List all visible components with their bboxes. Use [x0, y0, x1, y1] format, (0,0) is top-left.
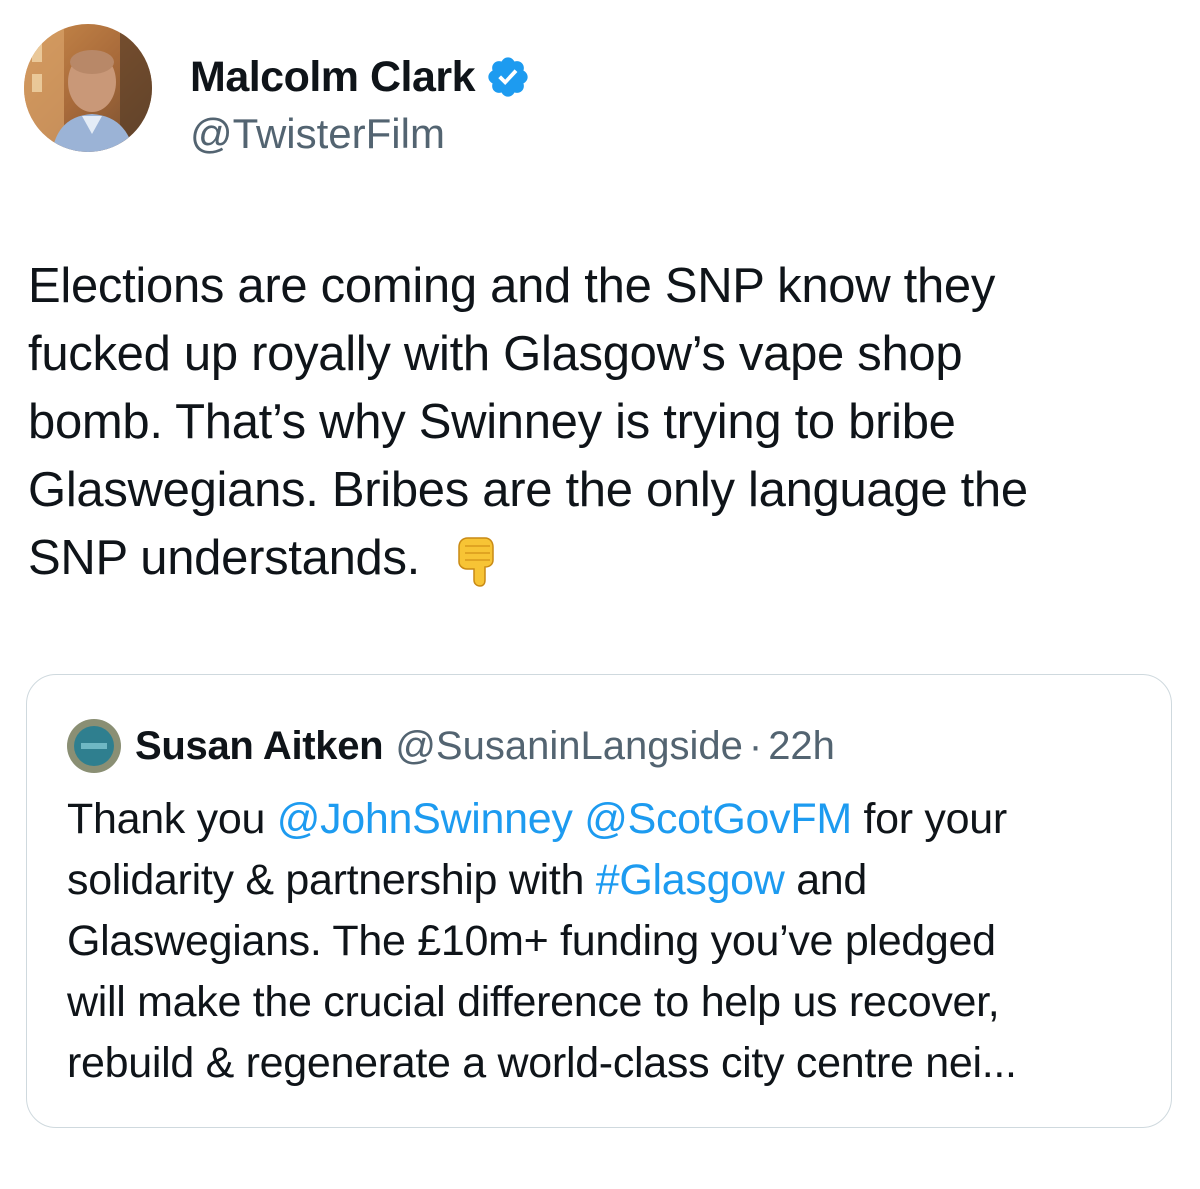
author-name-row: Malcolm Clark — [190, 50, 531, 104]
author-name[interactable]: Malcolm Clark — [190, 50, 476, 104]
quoted-line: Thank you @JohnSwinney @ScotGovFM for yo… — [67, 789, 1147, 850]
quoted-author-avatar — [67, 719, 121, 773]
tweet-text: Elections are coming and the SNP know th… — [28, 252, 1158, 592]
tweet-line: bomb. That’s why Swinney is trying to br… — [28, 395, 956, 449]
mention-link[interactable]: @JohnSwinney — [277, 795, 573, 843]
quoted-line: solidarity & partnership with #Glasgow a… — [67, 850, 1147, 911]
quoted-tweet-header: Susan Aitken @SusaninLangside · 22h — [67, 719, 835, 773]
quoted-tweet-text: Thank you @JohnSwinney @ScotGovFM for yo… — [67, 789, 1147, 1094]
quoted-line: will make the crucial difference to help… — [67, 978, 1000, 1026]
tweet-line: SNP understands. — [28, 531, 420, 585]
quoted-line: Glaswegians. The £10m+ funding you’ve pl… — [67, 917, 996, 965]
hashtag-link[interactable]: #Glasgow — [596, 856, 785, 904]
quoted-tweet-card[interactable]: Susan Aitken @SusaninLangside · 22h Than… — [26, 674, 1172, 1128]
backhand-index-pointing-down-icon — [454, 534, 498, 588]
quoted-tweet-time[interactable]: 22h — [768, 724, 835, 769]
quoted-text: solidarity & partnership with — [67, 856, 596, 904]
mention-link[interactable]: @ScotGovFM — [584, 795, 852, 843]
verified-badge-icon — [485, 54, 531, 100]
quoted-author-name[interactable]: Susan Aitken — [135, 724, 384, 769]
quoted-text: and — [784, 856, 868, 904]
quoted-text — [573, 795, 585, 843]
tweet-line: Glaswegians. Bribes are the only languag… — [28, 463, 1028, 517]
quoted-text: Thank you — [67, 795, 277, 843]
author-avatar[interactable] — [24, 24, 152, 152]
separator-dot: · — [748, 723, 763, 768]
quoted-line: rebuild & regenerate a world-class city … — [67, 1039, 1017, 1087]
tweet: Malcolm Clark @TwisterFilm Elections are… — [0, 0, 1200, 1189]
tweet-line-last: SNP understands. — [28, 524, 1158, 592]
author-handle[interactable]: @TwisterFilm — [190, 108, 445, 160]
quoted-author-handle[interactable]: @SusaninLangside — [395, 724, 743, 769]
quoted-text: for your — [851, 795, 1008, 843]
tweet-line: fucked up royally with Glasgow’s vape sh… — [28, 327, 963, 381]
tweet-line: Elections are coming and the SNP know th… — [28, 259, 996, 313]
